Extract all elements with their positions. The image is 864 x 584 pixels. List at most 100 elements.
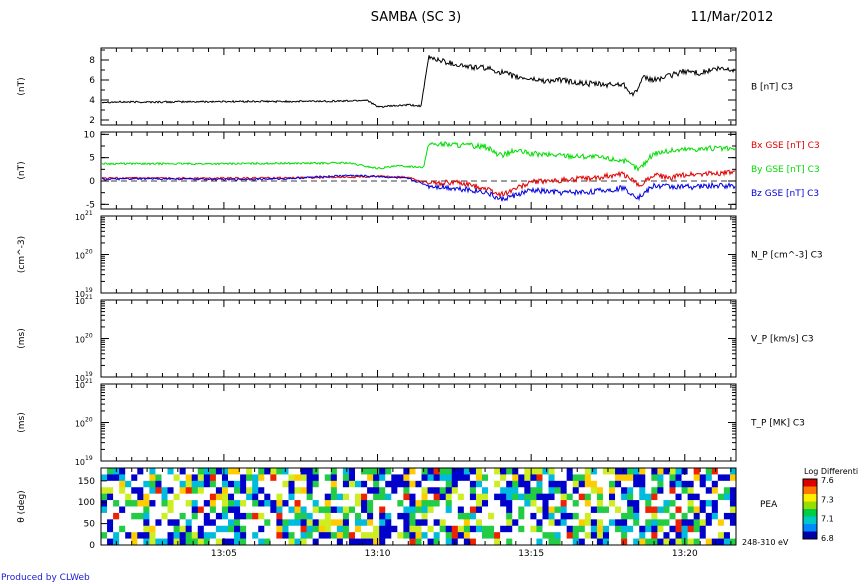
heatmap-cell bbox=[554, 525, 561, 533]
heatmap-cell bbox=[203, 519, 211, 527]
heatmap-cell bbox=[602, 512, 610, 520]
heatmap-cell bbox=[512, 519, 519, 527]
heatmap-cell bbox=[578, 468, 586, 475]
heatmap-cell bbox=[693, 487, 701, 494]
y-tick-label: 0 bbox=[89, 177, 95, 187]
heatmap-cell bbox=[645, 480, 652, 488]
heatmap-cell bbox=[355, 525, 362, 533]
heatmap-cell bbox=[409, 519, 416, 527]
heatmap-cell bbox=[185, 506, 193, 514]
heatmap-cell bbox=[627, 480, 634, 488]
heatmap-cell bbox=[119, 487, 126, 494]
heatmap-cell bbox=[391, 474, 398, 482]
heatmap-cell bbox=[590, 500, 598, 507]
heatmap-cell bbox=[373, 538, 380, 546]
heatmap-cell bbox=[312, 506, 320, 514]
heatmap-cell bbox=[488, 487, 495, 494]
heatmap-cell bbox=[723, 487, 731, 494]
heatmap-cell bbox=[572, 532, 580, 539]
time-tick-label: 13:20 bbox=[672, 549, 698, 559]
heatmap-cell bbox=[421, 468, 428, 475]
heatmap-cell bbox=[373, 525, 380, 533]
heatmap-cell bbox=[633, 525, 640, 533]
heatmap-cell bbox=[252, 532, 259, 539]
heatmap-cell bbox=[729, 487, 737, 494]
heatmap-cell bbox=[723, 493, 731, 501]
heatmap-cell bbox=[554, 487, 561, 494]
heatmap-cell bbox=[675, 480, 682, 488]
heatmap-label: PEA bbox=[760, 500, 778, 510]
heatmap-cell bbox=[469, 525, 477, 533]
heatmap-cell bbox=[397, 474, 404, 482]
heatmap-cell bbox=[451, 493, 459, 501]
heatmap-cell bbox=[651, 512, 658, 520]
heatmap-cell bbox=[355, 512, 362, 520]
heatmap-cell bbox=[361, 480, 368, 488]
heatmap-cell bbox=[596, 468, 604, 475]
heatmap-cell bbox=[203, 500, 211, 507]
heatmap-cell bbox=[191, 538, 199, 546]
heatmap-cell bbox=[294, 468, 301, 475]
y-tick-label: 10 bbox=[75, 381, 85, 390]
heatmap-cell bbox=[143, 487, 150, 494]
heatmap-cell bbox=[155, 480, 162, 488]
heatmap-cell bbox=[294, 474, 301, 482]
heatmap-cell bbox=[101, 480, 108, 488]
heatmap-cell bbox=[705, 538, 713, 546]
heatmap-cell bbox=[197, 480, 205, 488]
heatmap-cell bbox=[379, 493, 386, 501]
heatmap-cell bbox=[143, 512, 150, 520]
heatmap-cell bbox=[518, 468, 525, 475]
heatmap-cell bbox=[137, 493, 144, 501]
heatmap-cell bbox=[500, 512, 507, 520]
heatmap-cell bbox=[639, 468, 646, 475]
heatmap-cell bbox=[609, 506, 616, 514]
heatmap-cell bbox=[506, 532, 513, 539]
heatmap-cell bbox=[687, 480, 694, 488]
heatmap-cell bbox=[415, 532, 422, 539]
heatmap-cell bbox=[421, 500, 428, 507]
heatmap-cell bbox=[536, 519, 543, 527]
heatmap-cell bbox=[185, 493, 193, 501]
heatmap-cell bbox=[282, 525, 289, 533]
heatmap-cell bbox=[693, 538, 701, 546]
heatmap-cell bbox=[330, 500, 338, 507]
heatmap-cell bbox=[312, 480, 320, 488]
heatmap-cell bbox=[627, 506, 634, 514]
heatmap-cell bbox=[621, 519, 628, 527]
heatmap-cell bbox=[240, 474, 247, 482]
heatmap-cell bbox=[542, 468, 549, 475]
heatmap-cell bbox=[657, 468, 664, 475]
colorbar-band bbox=[803, 479, 817, 487]
heatmap-cell bbox=[451, 500, 459, 507]
heatmap-cell bbox=[457, 532, 465, 539]
heatmap-cell bbox=[475, 532, 483, 539]
heatmap-cell bbox=[276, 538, 283, 546]
y-tick-exponent: 19 bbox=[85, 371, 93, 378]
heatmap-cell bbox=[252, 474, 259, 482]
heatmap-cell bbox=[185, 468, 193, 475]
heatmap-cell bbox=[639, 474, 646, 482]
heatmap-cell bbox=[185, 487, 193, 494]
heatmap-cell bbox=[518, 500, 525, 507]
heatmap-cell bbox=[355, 474, 362, 482]
heatmap-cell bbox=[185, 480, 193, 488]
heatmap-cell bbox=[246, 480, 253, 488]
heatmap-cell bbox=[657, 512, 664, 520]
heatmap-cell bbox=[209, 512, 217, 520]
heatmap-cell bbox=[324, 493, 332, 501]
heatmap-cell bbox=[161, 512, 168, 520]
heatmap-cell bbox=[433, 480, 440, 488]
heatmap-cell bbox=[215, 487, 223, 494]
heatmap-cell bbox=[119, 506, 126, 514]
series-legend-label: N_P [cm^-3] C3 bbox=[751, 251, 823, 261]
heatmap-cell bbox=[336, 519, 344, 527]
heatmap-cell bbox=[584, 468, 592, 475]
heatmap-cell bbox=[155, 525, 162, 533]
heatmap-cell bbox=[615, 487, 622, 494]
heatmap-cell bbox=[518, 525, 525, 533]
heatmap-cell bbox=[221, 500, 229, 507]
heatmap-cell bbox=[693, 506, 701, 514]
heatmap-cell bbox=[173, 525, 180, 533]
heatmap-cell bbox=[288, 506, 295, 514]
